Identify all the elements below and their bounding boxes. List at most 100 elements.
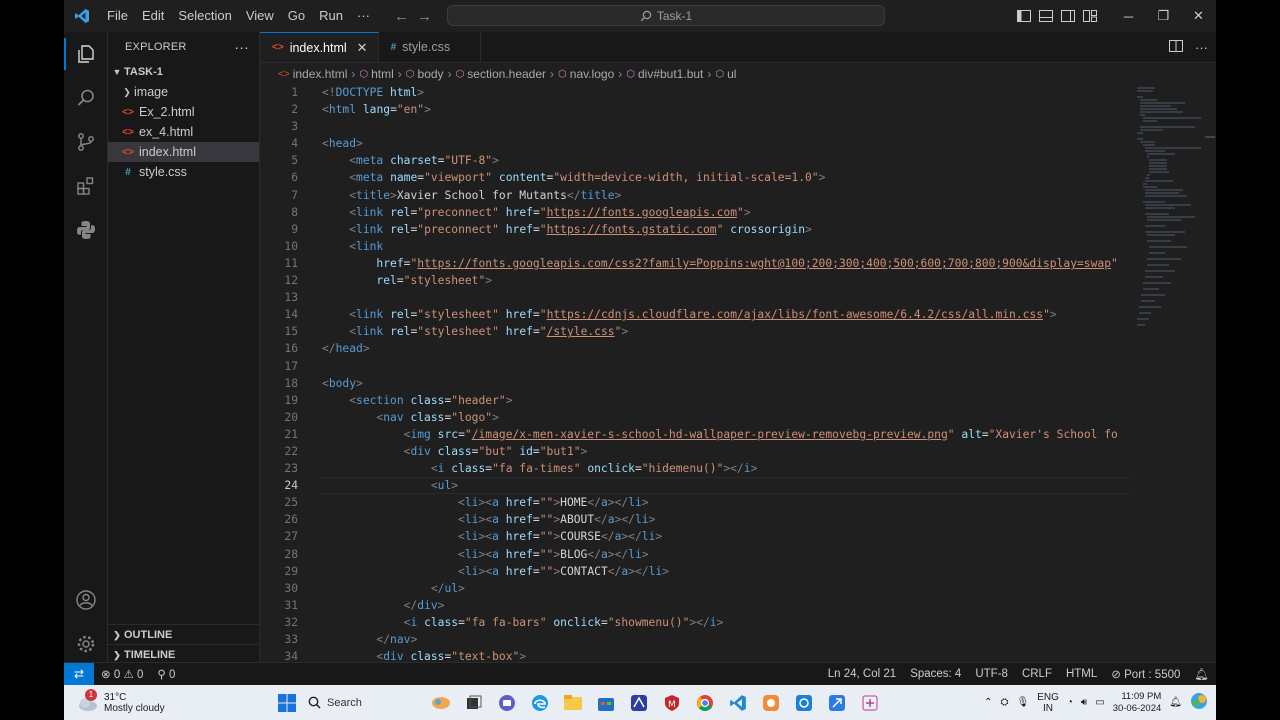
wifi-icon[interactable]: ◔	[1067, 697, 1073, 708]
ports-indicator[interactable]: ⚲ 0	[150, 667, 182, 681]
code-line: 30 </ul>	[260, 580, 1132, 597]
vscode-taskbar-icon[interactable]	[726, 691, 750, 715]
weather-widget[interactable]: 1 31°C Mostly cloudy	[76, 688, 246, 714]
toggle-primary-sidebar-icon[interactable]	[1013, 10, 1035, 22]
date: 30-06-2024	[1112, 702, 1162, 714]
notifications-bell-icon[interactable]: 🔔︎	[1187, 667, 1216, 681]
more-actions-icon[interactable]: ···	[1195, 40, 1208, 55]
store-icon[interactable]	[594, 691, 618, 715]
tab-label: index.html	[289, 40, 347, 55]
back-arrow-icon[interactable]: ←	[394, 8, 409, 25]
app-orange-icon[interactable]	[759, 691, 783, 715]
breadcrumb-item[interactable]: div#but1.but	[638, 67, 703, 81]
settings-gear-icon[interactable]	[64, 622, 107, 666]
volume-icon[interactable]: 🔊︎	[1081, 697, 1087, 708]
line-number: 26	[284, 513, 298, 527]
taskbar-search[interactable]: Search	[308, 691, 420, 715]
menu-bar: File Edit Selection View Go Run ···	[100, 0, 377, 32]
breadcrumb-item[interactable]: nav.logo	[570, 67, 614, 81]
cursor-position[interactable]: Ln 24, Col 21	[821, 668, 903, 680]
widgets-icon[interactable]	[429, 691, 453, 715]
code-line: 3	[260, 118, 1132, 135]
folder-task-1[interactable]: ▼ TASK-1	[108, 62, 259, 82]
element-icon: ⬡	[558, 68, 567, 80]
code-editor[interactable]: 1 <!DOCTYPE html> 2 <html lang="en"> 3 4 <h…	[260, 84, 1132, 664]
tree-item-label: ex_4.html	[139, 125, 194, 139]
chevron-up-icon[interactable]: ⌃	[984, 697, 992, 708]
notification-bell-icon[interactable]: 🔔︎	[1169, 697, 1182, 708]
copilot-icon[interactable]	[1190, 692, 1208, 713]
file-explorer-icon[interactable]	[561, 691, 585, 715]
status-bar-right: Ln 24, Col 21 Spaces: 4 UTF-8 CRLF HTML …	[821, 667, 1216, 681]
source-control-icon[interactable]	[64, 120, 107, 164]
code-line: 10 <link	[260, 238, 1132, 255]
close-icon[interactable]: ✕	[357, 40, 368, 56]
explorer-more-button[interactable]: ···	[234, 39, 249, 55]
breadcrumb-item[interactable]: ul	[727, 67, 736, 81]
network-extra-icon[interactable]: ⛭	[1001, 697, 1009, 708]
forward-arrow-icon[interactable]: →	[417, 8, 432, 25]
menu-more[interactable]: ···	[350, 0, 377, 32]
tree-item-ex2[interactable]: <> Ex_2.html	[108, 102, 259, 122]
end-of-line[interactable]: CRLF	[1015, 668, 1059, 680]
app-shield-icon[interactable]: M	[660, 691, 684, 715]
tree-item-index[interactable]: <> index.html	[108, 142, 259, 162]
minimap[interactable]	[1135, 84, 1205, 334]
menu-view[interactable]: View	[239, 0, 281, 32]
chrome-icon[interactable]	[693, 691, 717, 715]
menu-run[interactable]: Run	[312, 0, 350, 32]
minimize-icon[interactable]: ─	[1111, 9, 1146, 24]
breadcrumb-item[interactable]: section.header	[467, 67, 546, 81]
encoding[interactable]: UTF-8	[968, 668, 1015, 680]
menu-go[interactable]: Go	[281, 0, 312, 32]
accounts-icon[interactable]	[64, 578, 107, 622]
breadcrumb-item[interactable]: body	[418, 67, 444, 81]
live-server-port[interactable]: ⊘ Port : 5500	[1104, 667, 1187, 681]
clock[interactable]: 11:09 PM 30-06-2024	[1113, 691, 1162, 715]
battery-icon[interactable]: ▭	[1095, 697, 1104, 708]
python-icon[interactable]	[64, 208, 107, 252]
activity-bar	[64, 32, 108, 662]
menu-edit[interactable]: Edit	[135, 0, 171, 32]
app-arrow-icon[interactable]	[825, 691, 849, 715]
close-window-icon[interactable]: ✕	[1181, 8, 1216, 24]
microphone-icon[interactable]: 🎙︎	[1017, 697, 1030, 708]
vertical-scrollbar[interactable]	[1205, 136, 1215, 138]
app-snip-icon[interactable]	[858, 691, 882, 715]
breadcrumb-separator: ›	[351, 67, 356, 81]
app-settings-icon[interactable]	[792, 691, 816, 715]
problems-indicator[interactable]: ⊗ 0 ⚠ 0	[94, 667, 150, 681]
tab-index-html[interactable]: <> index.html ✕	[260, 32, 379, 62]
toggle-secondary-sidebar-icon[interactable]	[1057, 10, 1079, 22]
title-bar-controls: ─ ❐ ✕	[1013, 0, 1216, 32]
menu-file[interactable]: File	[100, 0, 135, 32]
extensions-icon[interactable]	[64, 164, 107, 208]
indentation[interactable]: Spaces: 4	[903, 668, 968, 680]
language-indicator[interactable]: ENG IN	[1037, 692, 1059, 714]
windows-start-icon[interactable]	[275, 691, 299, 715]
customize-layout-icon[interactable]	[1079, 10, 1101, 22]
breadcrumb-item[interactable]: index.html	[293, 67, 348, 81]
outline-section[interactable]: ❯ OUTLINE	[108, 624, 259, 645]
explorer-icon[interactable]	[64, 32, 107, 76]
breadcrumb-item[interactable]: html	[371, 67, 394, 81]
app-blue-icon[interactable]	[627, 691, 651, 715]
edge-browser-icon[interactable]	[528, 691, 552, 715]
chat-icon[interactable]	[495, 691, 519, 715]
search-sidebar-icon[interactable]	[64, 76, 107, 120]
line-number: 1	[291, 86, 298, 99]
menu-selection[interactable]: Selection	[171, 0, 238, 32]
code-line: 6 <meta name="viewport" content="width=d…	[260, 169, 1132, 186]
task-view-icon[interactable]	[462, 691, 486, 715]
code-line: 25 <li><a href="">HOME</a></li>	[260, 494, 1132, 511]
language-mode[interactable]: HTML	[1059, 668, 1104, 680]
toggle-panel-icon[interactable]	[1035, 10, 1057, 22]
tree-item-image[interactable]: ❯ image	[108, 82, 259, 102]
split-editor-icon[interactable]	[1169, 39, 1183, 55]
maximize-icon[interactable]: ❐	[1146, 8, 1181, 24]
command-center[interactable]: Task-1	[447, 5, 885, 26]
tab-style-css[interactable]: # style.css	[379, 32, 482, 62]
remote-indicator-icon[interactable]: ⇄	[64, 663, 94, 685]
tree-item-style[interactable]: # style.css	[108, 162, 259, 182]
tree-item-ex4[interactable]: <> ex_4.html	[108, 122, 259, 142]
